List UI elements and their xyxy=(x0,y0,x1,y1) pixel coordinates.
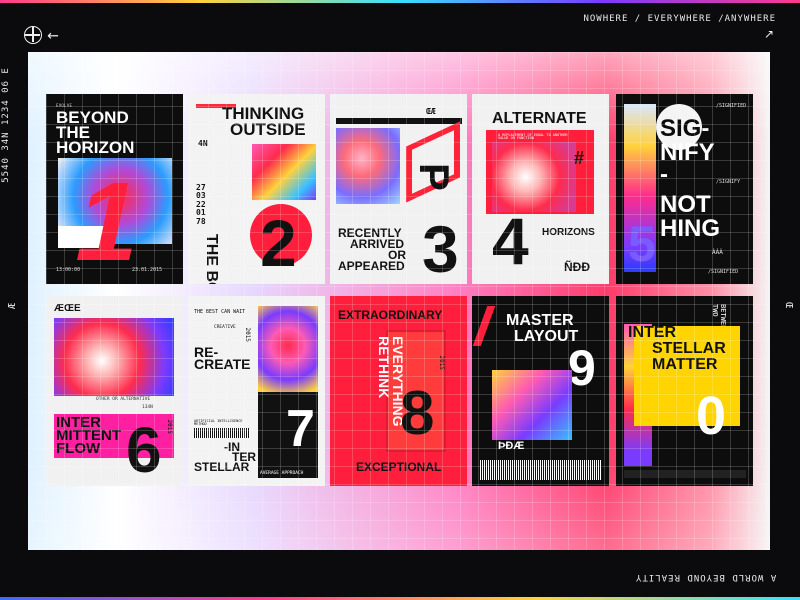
poster-10-vertical-2: TWO xyxy=(711,304,719,317)
poster-3-black-bar xyxy=(336,118,462,124)
poster-7[interactable]: THE BEST CAN WAIT CREATIVE 2015 RE- CREA… xyxy=(188,296,325,486)
poster-7-noise xyxy=(194,428,250,438)
poster-3-number: 3 xyxy=(422,212,459,284)
poster-4-subtitle: HORIZONS xyxy=(542,227,595,238)
poster-6-note: OTHER OR ALTERNATIVE xyxy=(96,397,151,402)
poster-6-year: 2015 xyxy=(165,419,173,434)
poster-4-mark: ÑÐÐ xyxy=(564,260,590,274)
poster-1-date: 23.01.2015 xyxy=(132,267,163,273)
poster-4-gradient xyxy=(492,142,576,212)
poster-9[interactable]: MASTER LAYOUT 9 ÞĐÆ xyxy=(472,296,609,486)
poster-4-title: ALTERNATE xyxy=(492,110,587,127)
right-mark: Œ xyxy=(782,301,794,310)
poster-9-red-slash xyxy=(472,306,496,346)
poster-4-glyph: # xyxy=(574,148,585,168)
poster-10-title-1: INTER xyxy=(628,324,676,341)
poster-6-code: 134N xyxy=(142,405,153,410)
poster-4-note: A REPLACEMENT OF EQUAL TO ANOTHER VALUE … xyxy=(498,133,568,141)
arrow-icon: ↙ xyxy=(43,26,63,46)
poster-5-footer: /SIGNIFIED xyxy=(708,269,739,275)
left-code: 5540 34N 1234 06 E xyxy=(0,67,11,183)
poster-9-number: 9 xyxy=(568,340,596,396)
poster-3-gradient xyxy=(336,128,400,204)
poster-2-number: 2 xyxy=(260,206,297,280)
poster-5-title-1: SIG- xyxy=(660,115,710,142)
poster-7-sub: CREATIVE xyxy=(214,325,236,330)
poster-1-time: 13:00:00 xyxy=(56,267,81,273)
poster-4-number: 4 xyxy=(492,204,529,278)
poster-8-number: 8 xyxy=(400,379,435,448)
poster-5-glyph: ÀÀÀ xyxy=(712,249,723,256)
poster-7-footer: AVERAGE APPROACH xyxy=(260,471,304,476)
poster-5-label: /SIGNIFIED xyxy=(716,103,747,109)
poster-9-title-1: MASTER xyxy=(506,312,574,329)
poster-8[interactable]: EXTRAORDINARY RETHINK EVERYTHING 2015 8 … xyxy=(330,296,467,486)
poster-1[interactable]: EVOLVE BEYOND THE HORIZON 1 13:00:00 23.… xyxy=(46,94,183,284)
poster-7-number: 7 xyxy=(286,400,315,458)
poster-7-label: THE BEST CAN WAIT xyxy=(194,309,246,315)
poster-5-title-2: NIFY xyxy=(660,139,715,166)
poster-6-number: 6 xyxy=(126,414,162,486)
poster-8-vertical-1: RETHINK xyxy=(376,336,392,399)
globe-icon xyxy=(24,26,42,44)
poster-7-note: ARTIFICIAL INTELLIGENCE METHOD xyxy=(194,419,243,427)
poster-3-letter: P xyxy=(410,162,458,191)
poster-10-bottom-bar xyxy=(624,470,746,478)
poster-5-title-3: - xyxy=(660,161,668,188)
footer-tagline: A WORLD BEYOND REALITY xyxy=(634,572,776,582)
poster-3[interactable]: ŒÆ P RECENTLY ARRIVED OR APPEARED 3 xyxy=(330,94,467,284)
poster-10[interactable]: BETWEEN TWO INTER STELLAR MATTER 0 xyxy=(616,296,753,486)
poster-7-gradient xyxy=(258,306,318,394)
poster-2-subtitle: THE BOX xyxy=(203,234,220,284)
poster-stage: EVOLVE BEYOND THE HORIZON 1 13:00:00 23.… xyxy=(28,52,770,550)
poster-5-sub: /SIGNIFY xyxy=(716,179,741,185)
poster-2-list: 27 03 22 01 78 xyxy=(196,183,206,226)
poster-10-number: 0 xyxy=(696,386,727,446)
poster-8-title: EXTRAORDINARY xyxy=(338,308,443,322)
poster-5-title-4: NOT xyxy=(660,191,711,218)
poster-7-tail-3: STELLAR xyxy=(194,460,250,474)
poster-6[interactable]: ÆŒE OTHER OR ALTERNATIVE 134N INTER MITT… xyxy=(46,296,183,486)
poster-9-noise xyxy=(480,460,602,480)
poster-2[interactable]: THINKING OUTSIDE 4N 27 03 22 01 78 THE B… xyxy=(188,94,325,284)
left-mark: Æ xyxy=(7,301,19,310)
poster-1-title-3: HORIZON xyxy=(56,138,135,157)
poster-10-title-3: MATTER xyxy=(652,356,718,373)
poster-5-title-5: HING xyxy=(660,215,720,242)
poster-2-title-1: THINKING xyxy=(222,104,305,123)
poster-3-title-4: APPEARED xyxy=(338,259,405,273)
poster-10-title-2: STELLAR xyxy=(652,340,726,357)
poster-7-year: 2015 xyxy=(243,327,251,342)
poster-7-title-2: CREATE xyxy=(194,356,251,372)
corner-arrow-icon: ↗ xyxy=(763,27,774,41)
poster-6-mark: ÆŒE xyxy=(54,303,81,314)
poster-8-footer: EXCEPTIONAL xyxy=(356,460,442,474)
poster-4[interactable]: ALTERNATE A REPLACEMENT OF EQUAL TO ANOT… xyxy=(472,94,609,284)
poster-6-title-3: FLOW xyxy=(56,440,101,457)
poster-2-gradient xyxy=(252,144,316,200)
poster-9-mark: ÞĐÆ xyxy=(498,440,525,452)
poster-8-year: 2015 xyxy=(437,355,445,370)
header-tagline: NOWHERE / EVERYWHERE /ANYWHERE xyxy=(583,14,776,24)
top-gradient-bar xyxy=(0,0,800,3)
poster-9-gradient xyxy=(492,370,572,440)
poster-3-mark: ŒÆ xyxy=(426,107,436,116)
poster-5[interactable]: /SIGNIFIED SIG- NIFY /SIGNIFY - NOT HING… xyxy=(616,94,753,284)
poster-2-title-2: OUTSIDE xyxy=(230,120,306,139)
poster-5-number: 5 xyxy=(628,216,656,272)
poster-2-code: 4N xyxy=(198,139,208,148)
poster-6-gradient xyxy=(54,318,174,396)
